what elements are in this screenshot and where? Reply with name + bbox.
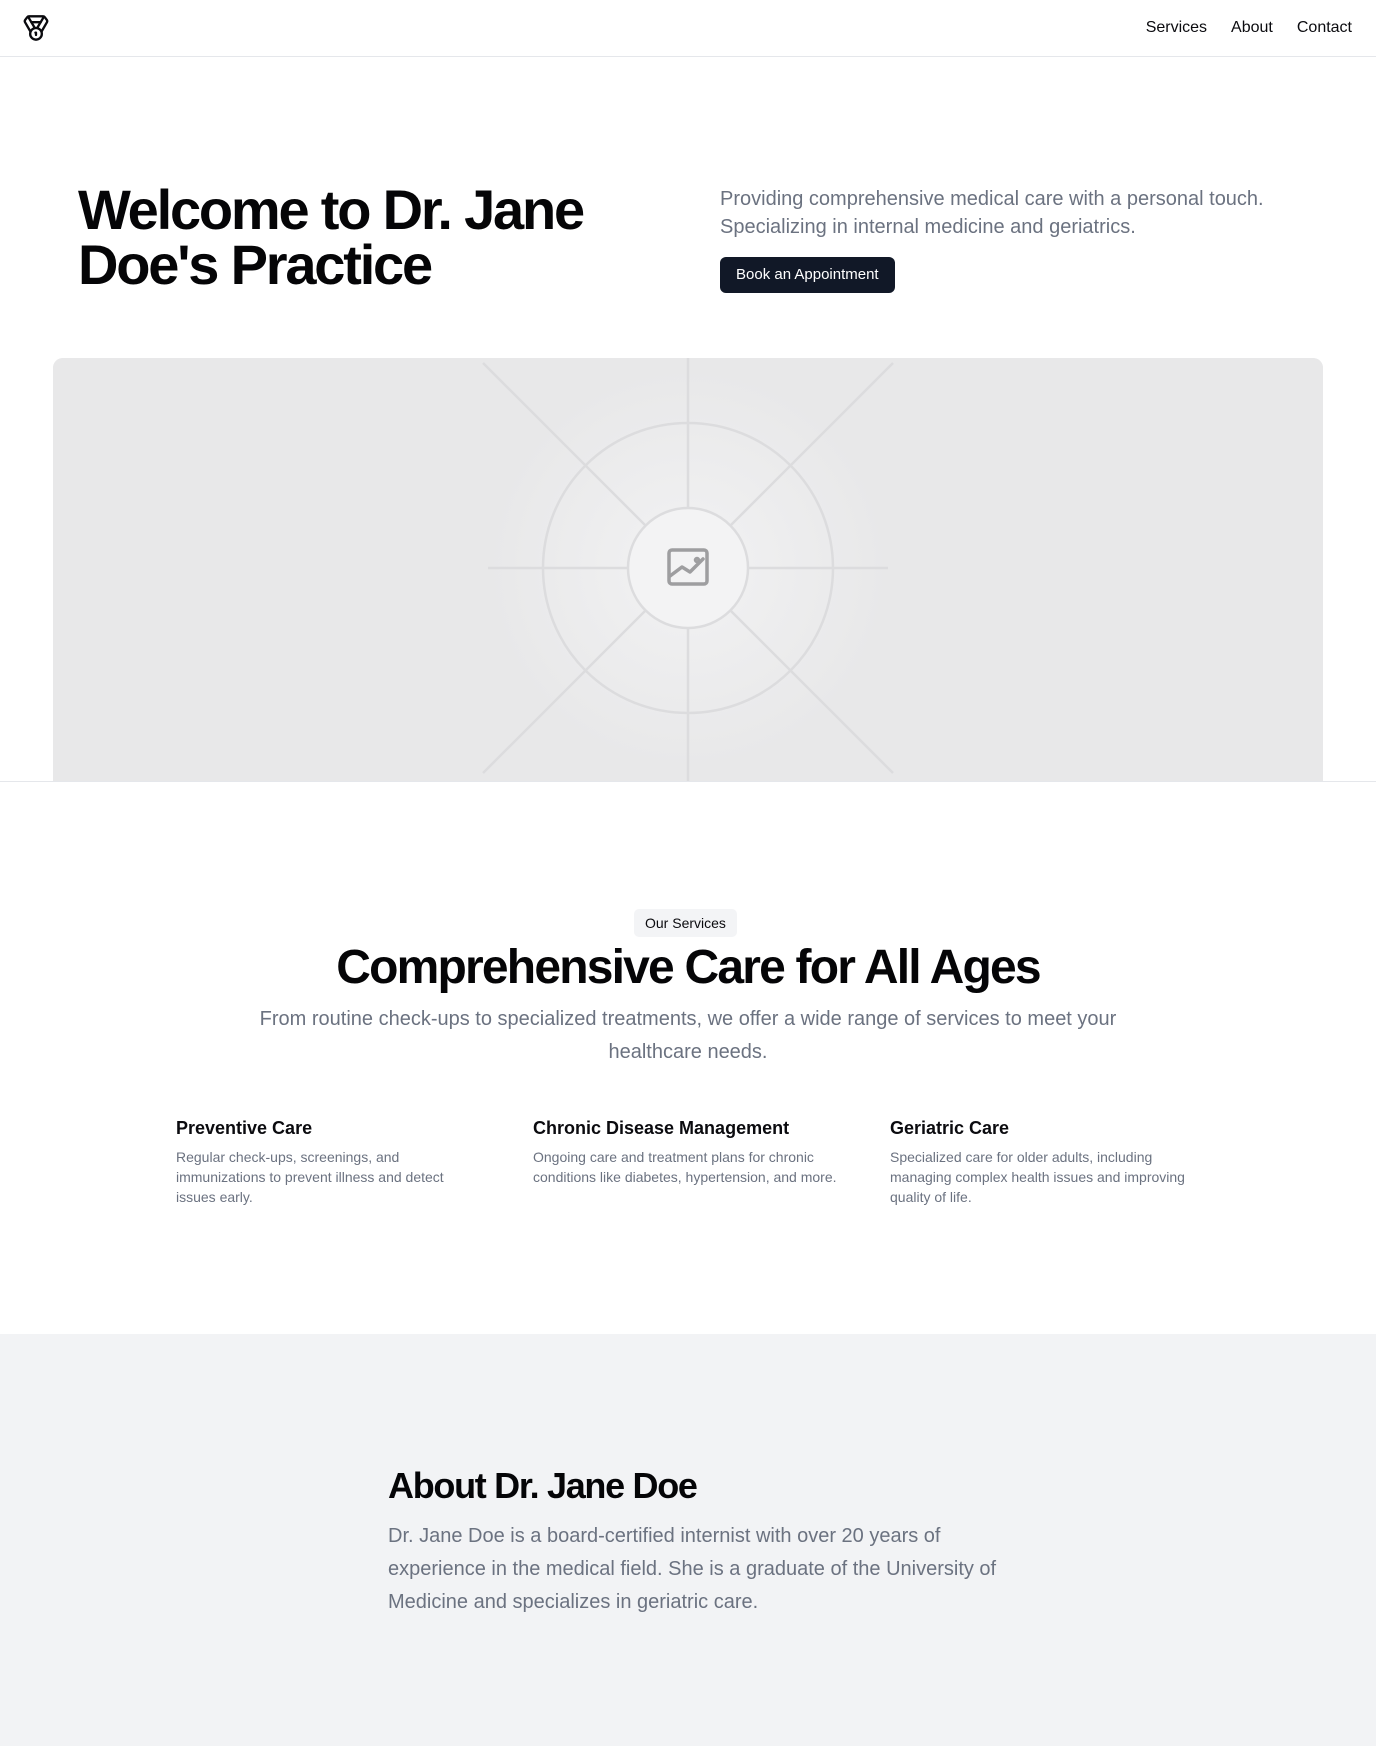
services-subtitle: From routine check-ups to specialized tr… xyxy=(259,1008,1117,1063)
services-badge: Our Services xyxy=(634,909,737,937)
nav-link-contact[interactable]: Contact xyxy=(1297,18,1352,38)
hero-subtitle: Providing comprehensive medical care wit… xyxy=(720,188,1264,238)
section-divider xyxy=(0,781,1376,782)
medical-emblem-icon xyxy=(23,15,49,41)
about-title: About Dr. Jane Doe xyxy=(388,1465,698,1506)
service-description: Specialized care for older adults, inclu… xyxy=(890,1149,1185,1205)
about-section: About Dr. Jane Doe Dr. Jane Doe is a boa… xyxy=(0,1334,1376,1746)
site-header: Services About Contact xyxy=(0,0,1376,57)
nav-link-about[interactable]: About xyxy=(1231,18,1273,38)
services-title: Comprehensive Care for All Ages xyxy=(336,941,1041,994)
logo-link[interactable] xyxy=(22,14,50,42)
service-title: Chronic Disease Management xyxy=(533,1118,790,1138)
main-nav: Services About Contact xyxy=(1146,18,1352,38)
service-card-geriatric: Geriatric Care Specialized care for olde… xyxy=(890,1117,1200,1207)
hero-image-placeholder xyxy=(53,358,1323,781)
service-title: Geriatric Care xyxy=(890,1118,1010,1138)
service-card-chronic: Chronic Disease Management Ongoing care … xyxy=(533,1117,843,1187)
about-text: Dr. Jane Doe is a board-certified intern… xyxy=(388,1525,997,1613)
hero-title: Welcome to Dr. Jane Doe's Practice xyxy=(78,178,585,296)
nav-link-services[interactable]: Services xyxy=(1146,18,1207,38)
service-title: Preventive Care xyxy=(176,1118,313,1138)
book-appointment-button[interactable]: Book an Appointment xyxy=(720,257,895,293)
service-description: Regular check-ups, screenings, and immun… xyxy=(176,1149,444,1205)
service-description: Ongoing care and treatment plans for chr… xyxy=(533,1149,837,1185)
service-card-preventive: Preventive Care Regular check-ups, scree… xyxy=(176,1117,486,1207)
